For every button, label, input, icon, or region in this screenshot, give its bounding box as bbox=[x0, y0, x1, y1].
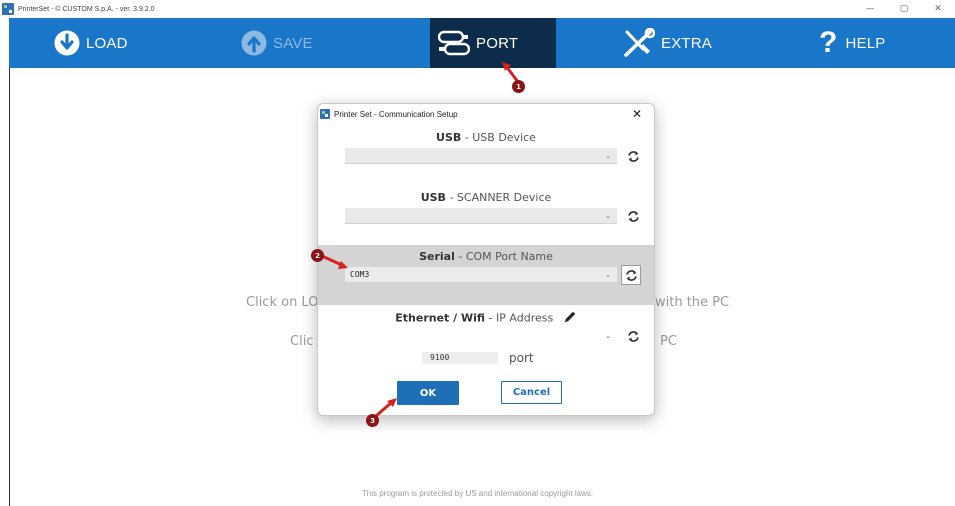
refresh-icon bbox=[627, 210, 639, 222]
chevron-down-icon: ⌄ bbox=[605, 212, 611, 220]
main-toolbar: LOAD SAVE PORT EXTRA ? HELP bbox=[9, 18, 955, 68]
save-label: SAVE bbox=[273, 34, 313, 52]
port-label: PORT bbox=[476, 34, 519, 52]
copyright-notice: This program is protected by US and inte… bbox=[361, 489, 594, 498]
ok-button[interactable]: OK bbox=[397, 381, 459, 405]
callout-badge-3: 3 bbox=[366, 414, 379, 427]
hint-line-1-right: with the PC bbox=[655, 295, 730, 310]
help-button[interactable]: ? HELP bbox=[819, 18, 886, 68]
chevron-down-icon: ⌄ bbox=[605, 152, 611, 160]
dialog-app-icon bbox=[320, 109, 330, 119]
dialog-title: Printer Set - Communication Setup bbox=[334, 109, 458, 119]
maximize-button[interactable]: ▢ bbox=[887, 0, 921, 18]
app-icon bbox=[2, 3, 14, 15]
serial-label-rest: - COM Port Name bbox=[454, 250, 553, 263]
cancel-button[interactable]: Cancel bbox=[501, 381, 562, 404]
port-number-input[interactable]: 9100 bbox=[422, 352, 498, 364]
tools-icon bbox=[623, 28, 655, 58]
hint-line-2-left: Clic bbox=[290, 334, 314, 349]
callout-badge-1: 1 bbox=[512, 80, 525, 93]
usb-device-label-bold: USB bbox=[436, 131, 462, 144]
printerset-window: PrinterSet - © CUSTOM S.p.A. - ver. 3.9.… bbox=[0, 0, 955, 506]
refresh-icon bbox=[627, 330, 639, 342]
serial-label-bold: Serial bbox=[419, 250, 455, 263]
load-button[interactable]: LOAD bbox=[54, 18, 128, 68]
help-label: HELP bbox=[845, 34, 886, 52]
serial-label: Serial - COM Port Name bbox=[318, 250, 654, 263]
refresh-icon bbox=[627, 150, 639, 162]
usb-scanner-label-rest: - SCANNER Device bbox=[445, 191, 552, 204]
serial-com-port-value: COM3 bbox=[350, 270, 370, 279]
usb-scanner-label: USB - SCANNER Device bbox=[318, 191, 654, 204]
minimize-button[interactable]: — bbox=[853, 0, 887, 18]
callout-badge-2: 2 bbox=[311, 249, 324, 262]
serial-com-port-select[interactable]: COM3 ⌄ bbox=[345, 267, 617, 283]
communication-setup-dialog: Printer Set - Communication Setup ✕ USB … bbox=[317, 103, 655, 416]
download-circle-icon bbox=[54, 30, 80, 56]
dialog-close-button[interactable]: ✕ bbox=[630, 106, 644, 122]
extra-button[interactable]: EXTRA bbox=[623, 18, 712, 68]
refresh-icon bbox=[625, 269, 637, 281]
usb-device-select[interactable]: ⌄ bbox=[345, 148, 617, 164]
chevron-down-icon: ⌄ bbox=[605, 271, 611, 279]
ethernet-label: Ethernet / Wifi - IP Address bbox=[318, 310, 654, 327]
port-label: port bbox=[509, 351, 534, 365]
usb-device-label-rest: - USB Device bbox=[461, 131, 536, 144]
dialog-title-bar: Printer Set - Communication Setup ✕ bbox=[318, 104, 654, 124]
usb-scanner-refresh-button[interactable] bbox=[625, 208, 641, 224]
load-label: LOAD bbox=[86, 34, 128, 52]
pencil-icon[interactable] bbox=[563, 310, 577, 327]
ethernet-label-rest: - IP Address bbox=[485, 311, 554, 325]
window-controls: — ▢ ✕ bbox=[853, 0, 955, 18]
window-left-border bbox=[9, 68, 10, 506]
serial-refresh-button[interactable] bbox=[621, 265, 641, 285]
usb-device-refresh-button[interactable] bbox=[625, 148, 641, 164]
usb-device-label: USB - USB Device bbox=[318, 131, 654, 144]
extra-label: EXTRA bbox=[661, 34, 713, 52]
ethernet-refresh-button[interactable] bbox=[625, 328, 641, 344]
save-button[interactable]: SAVE bbox=[241, 18, 313, 68]
chevron-down-icon: ⌄ bbox=[605, 332, 611, 340]
question-mark-icon: ? bbox=[819, 26, 838, 59]
port-button[interactable]: PORT bbox=[430, 18, 557, 68]
window-title: PrinterSet - © CUSTOM S.p.A. - ver. 3.9.… bbox=[18, 5, 155, 13]
usb-scanner-select[interactable]: ⌄ bbox=[345, 208, 617, 224]
hint-line-1-left: Click on LO bbox=[246, 295, 319, 310]
close-button[interactable]: ✕ bbox=[921, 0, 955, 18]
upload-circle-icon bbox=[241, 30, 267, 56]
cable-icon bbox=[438, 28, 470, 58]
hint-line-2-right: PC bbox=[660, 334, 677, 349]
title-bar: PrinterSet - © CUSTOM S.p.A. - ver. 3.9.… bbox=[0, 0, 955, 18]
ethernet-label-bold: Ethernet / Wifi bbox=[395, 311, 486, 325]
usb-scanner-label-bold: USB bbox=[420, 191, 446, 204]
ethernet-ip-select[interactable]: ⌄ bbox=[345, 328, 617, 344]
